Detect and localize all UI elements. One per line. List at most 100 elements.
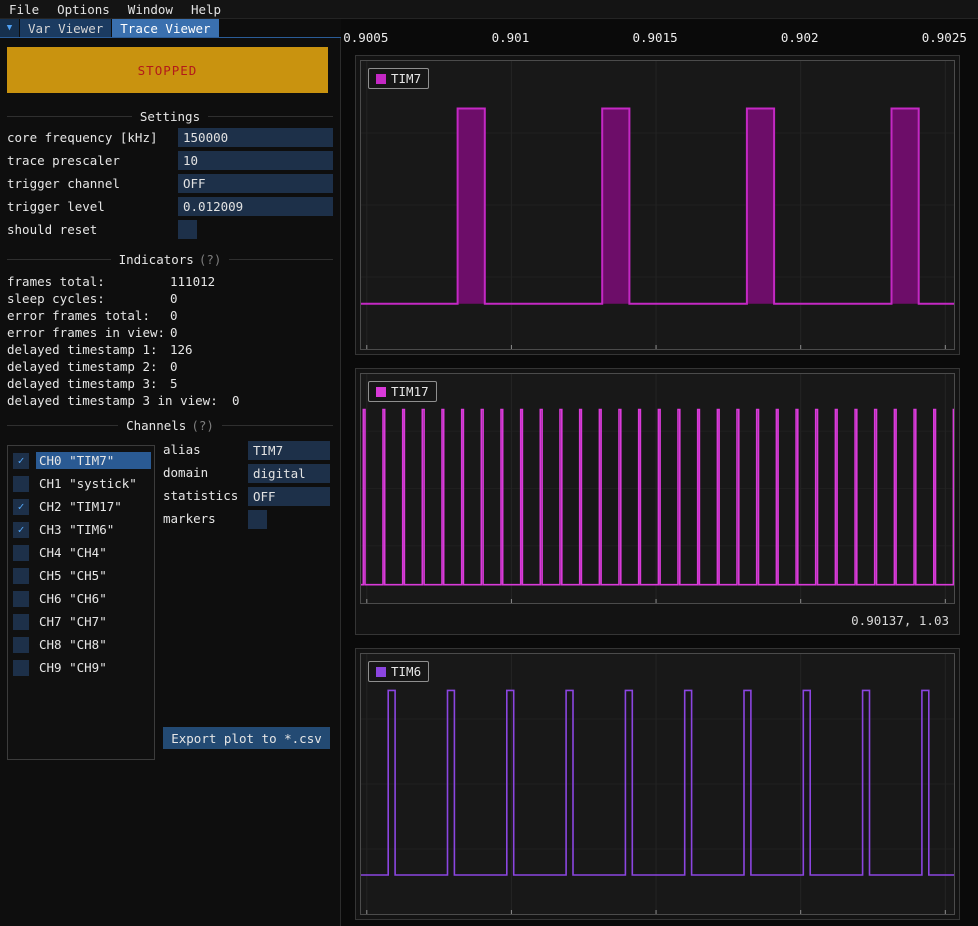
channel-label[interactable]: CH7 "CH7" <box>36 613 151 630</box>
markers-label: markers <box>163 511 216 526</box>
separator-line <box>229 259 333 260</box>
waveform-path <box>361 409 954 584</box>
trace-prescaler-input[interactable] <box>178 151 333 170</box>
channel-checkbox[interactable]: ✓ <box>13 614 29 630</box>
plot-canvas[interactable] <box>361 654 954 914</box>
legend-label: TIM7 <box>391 71 421 86</box>
plot-canvas[interactable] <box>361 61 954 349</box>
channel-checkbox[interactable]: ✓ <box>13 522 29 538</box>
plot-legend[interactable]: TIM6 <box>368 661 429 682</box>
separator-line <box>7 259 111 260</box>
domain-label: domain <box>163 465 208 480</box>
menu-bar: File Options Window Help <box>0 0 978 19</box>
tab-trace-viewer[interactable]: Trace Viewer <box>112 19 218 37</box>
channel-label[interactable]: CH1 "systick" <box>36 475 151 492</box>
channel-row[interactable]: ✓ CH1 "systick" <box>8 472 154 495</box>
channel-label[interactable]: CH2 "TIM17" <box>36 498 151 515</box>
export-csv-button[interactable]: Export plot to *.csv <box>163 727 330 749</box>
channel-checkbox[interactable]: ✓ <box>13 499 29 515</box>
indicator-label: delayed timestamp 2: <box>7 359 158 374</box>
separator-line <box>7 116 132 117</box>
trace-prescaler-row: trace prescaler <box>7 151 333 170</box>
channel-row[interactable]: ✓ CH0 "TIM7" <box>8 449 154 472</box>
help-marker[interactable]: (?) <box>199 252 222 267</box>
plot-area[interactable]: TIM7 <box>360 60 955 350</box>
channel-checkbox[interactable]: ✓ <box>13 453 29 469</box>
plot-panel-tim6[interactable]: TIM6 <box>355 648 960 920</box>
plot-panel-tim17[interactable]: TIM17 0.90137, 1.03 <box>355 368 960 635</box>
statistics-combo[interactable]: OFF <box>248 487 330 506</box>
trace-settings-panel: STOPPED Settings core frequency [kHz] tr… <box>0 38 341 926</box>
plot-area[interactable]: TIM6 <box>360 653 955 915</box>
acquisition-state-button[interactable]: STOPPED <box>7 47 328 93</box>
markers-checkbox[interactable]: ✓ <box>248 510 267 529</box>
plot-legend[interactable]: TIM7 <box>368 68 429 89</box>
indicator-row: delayed timestamp 1: 126 <box>7 342 333 357</box>
plot-canvas[interactable] <box>361 374 954 603</box>
channel-label[interactable]: CH8 "CH8" <box>36 636 151 653</box>
waveform-path <box>361 690 954 875</box>
channel-label[interactable]: CH3 "TIM6" <box>36 521 151 538</box>
channel-checkbox[interactable]: ✓ <box>13 637 29 653</box>
indicator-value: 0 <box>170 291 178 306</box>
channel-row[interactable]: ✓ CH5 "CH5" <box>8 564 154 587</box>
channel-label[interactable]: CH9 "CH9" <box>36 659 151 676</box>
indicator-value: 111012 <box>170 274 215 289</box>
plot-panel-tim7[interactable]: TIM7 <box>355 55 960 355</box>
channel-row[interactable]: ✓ CH3 "TIM6" <box>8 518 154 541</box>
indicator-label: error frames in view: <box>7 325 165 340</box>
channel-checkbox[interactable]: ✓ <box>13 591 29 607</box>
channel-checkbox[interactable]: ✓ <box>13 568 29 584</box>
channel-row[interactable]: ✓ CH9 "CH9" <box>8 656 154 679</box>
x-axis-labels: 0.90050.9010.90150.9020.9025 <box>360 30 955 45</box>
channels-section-header: Channels (?) <box>7 417 333 433</box>
legend-label: TIM17 <box>391 384 429 399</box>
indicator-label: delayed timestamp 1: <box>7 342 158 357</box>
indicator-value: 0 <box>170 325 178 340</box>
indicator-label: sleep cycles: <box>7 291 105 306</box>
channel-row[interactable]: ✓ CH8 "CH8" <box>8 633 154 656</box>
domain-combo[interactable]: digital <box>248 464 330 483</box>
menu-options[interactable]: Options <box>48 2 119 17</box>
channel-row[interactable]: ✓ CH2 "TIM17" <box>8 495 154 518</box>
tab-list-chevron-down-icon[interactable]: ▼ <box>0 19 19 37</box>
core-frequency-input[interactable] <box>178 128 333 147</box>
axis-tick-label: 0.9005 <box>343 30 388 45</box>
channel-row[interactable]: ✓ CH6 "CH6" <box>8 587 154 610</box>
tab-var-viewer[interactable]: Var Viewer <box>20 19 111 37</box>
channel-checkbox[interactable]: ✓ <box>13 660 29 676</box>
menu-file[interactable]: File <box>0 2 48 17</box>
channel-label[interactable]: CH6 "CH6" <box>36 590 151 607</box>
statistics-label: statistics <box>163 488 238 503</box>
settings-header-label: Settings <box>140 109 200 124</box>
help-marker[interactable]: (?) <box>191 418 214 433</box>
trigger-channel-combo[interactable]: OFF <box>178 174 333 193</box>
indicator-value: 0 <box>170 308 178 323</box>
channel-label[interactable]: CH0 "TIM7" <box>36 452 151 469</box>
plot-area[interactable]: TIM17 <box>360 373 955 604</box>
channel-checkbox[interactable]: ✓ <box>13 545 29 561</box>
channel-checkbox[interactable]: ✓ <box>13 476 29 492</box>
alias-input[interactable] <box>248 441 330 460</box>
trigger-level-row: trigger level <box>7 197 333 216</box>
channel-row[interactable]: ✓ CH4 "CH4" <box>8 541 154 564</box>
alias-label: alias <box>163 442 201 457</box>
trigger-channel-row: trigger channel OFF <box>7 174 333 193</box>
channel-row[interactable]: ✓ CH7 "CH7" <box>8 610 154 633</box>
indicator-row: delayed timestamp 3 in view: 0 <box>7 393 333 408</box>
indicator-value: 126 <box>170 342 193 357</box>
trigger-level-input[interactable] <box>178 197 333 216</box>
tab-bar: ▼ Var Viewer Trace Viewer <box>0 19 341 38</box>
indicator-row: sleep cycles: 0 <box>7 291 333 306</box>
axis-tick-label: 0.9025 <box>922 30 967 45</box>
channel-label[interactable]: CH4 "CH4" <box>36 544 151 561</box>
indicator-row: delayed timestamp 2: 0 <box>7 359 333 374</box>
menu-help[interactable]: Help <box>182 2 230 17</box>
should-reset-checkbox[interactable]: ✓ <box>178 220 197 239</box>
channel-label[interactable]: CH5 "CH5" <box>36 567 151 584</box>
indicator-row: error frames total: 0 <box>7 308 333 323</box>
trace-plots-region: 0.90050.9010.90150.9020.9025 TIM7 TIM17 … <box>341 19 978 926</box>
plot-legend[interactable]: TIM17 <box>368 381 437 402</box>
indicators-section-header: Indicators (?) <box>7 251 333 267</box>
menu-window[interactable]: Window <box>119 2 182 17</box>
